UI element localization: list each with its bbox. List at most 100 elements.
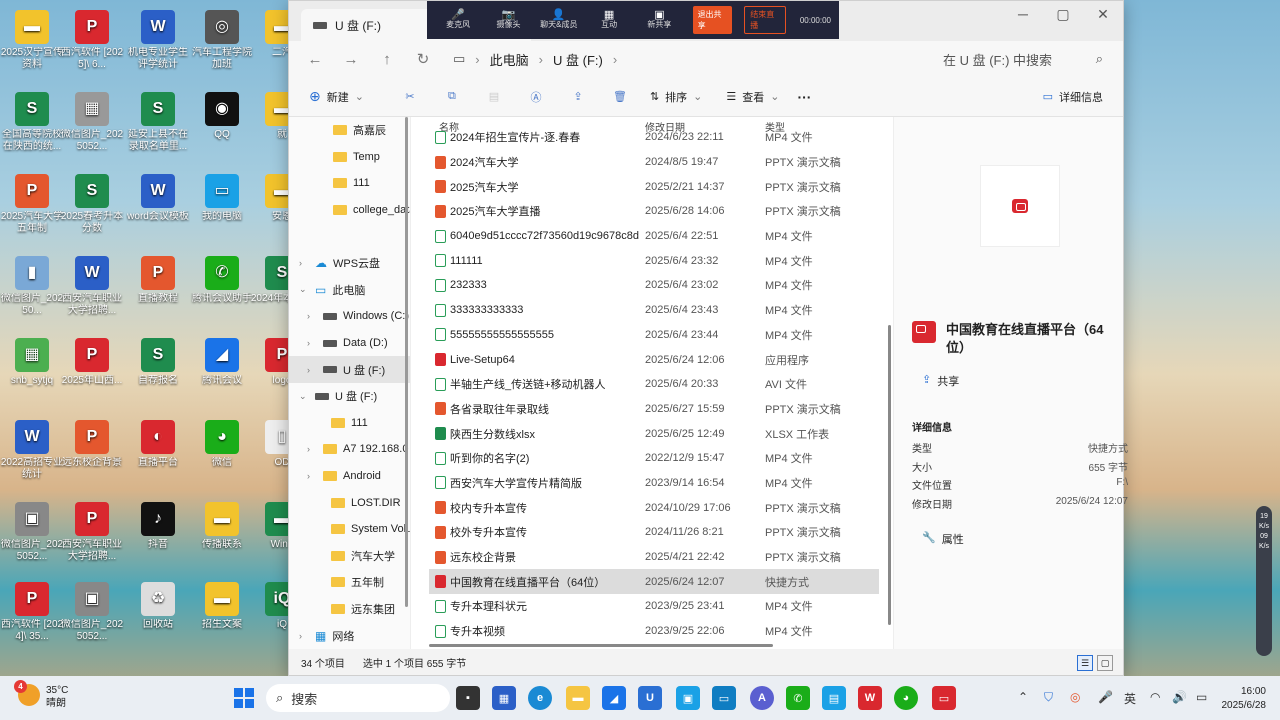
file-row[interactable]: 232333 2025/6/4 23:02 MP4 文件 [429, 273, 879, 298]
desktop-icon[interactable]: ♻ 回收站 [126, 578, 190, 656]
details-share-button[interactable]: ⇪ 共享 [922, 373, 959, 389]
live-platform-icon[interactable]: ▭ [932, 686, 956, 710]
wechat-icon[interactable]: ◕ [894, 686, 918, 710]
desktop-icon[interactable]: P 2025汽车大学五年制 [0, 170, 64, 248]
file-row[interactable]: 2025汽车大学直播 2025/6/28 14:06 PPTX 演示文稿 [429, 199, 879, 224]
nav-item[interactable]: › U 盘 (F:) [289, 356, 410, 383]
meeting-control-item[interactable]: 👤 聊天&成员 [536, 10, 582, 30]
desktop-icon[interactable]: P 西汽软件 [2024]\ 35... [0, 578, 64, 656]
cut-button[interactable]: ✂ [390, 82, 430, 112]
desktop-icon[interactable]: W 机电专业学生评学统计 [126, 6, 190, 84]
battery-icon[interactable]: ▭ [1196, 690, 1207, 704]
file-row[interactable]: 55555555555555555 2025/6/4 23:44 MP4 文件 [429, 323, 879, 348]
file-row[interactable]: 111111 2025/6/4 23:32 MP4 文件 [429, 248, 879, 273]
file-row[interactable]: 专升本视频 2023/9/25 22:06 MP4 文件 [429, 619, 879, 644]
shield-icon[interactable]: ⛉ [1044, 690, 1053, 705]
address-bar[interactable]: ▭ › 此电脑 › U 盘 (F:) › [443, 45, 929, 73]
refresh-button[interactable]: ↻ [407, 45, 439, 73]
desktop-icon[interactable]: ▭ 我的电脑 [190, 170, 254, 248]
nav-item[interactable]: LOST.DIR [289, 489, 410, 516]
desktop-icon[interactable]: P 西安汽车职业大学招聘... [60, 498, 124, 576]
desktop-icon[interactable]: Wword会议模板 [126, 170, 190, 248]
nav-item[interactable]: ⌄ ▭ 此电脑 [289, 277, 410, 304]
expand-arrow-icon[interactable]: ⌄ [299, 391, 309, 402]
desktop-icon[interactable]: P 远东校企背景 [60, 416, 124, 494]
expand-arrow-icon[interactable]: › [299, 631, 309, 641]
desktop-icon[interactable]: ▣ 微信图片_2025052... [60, 578, 124, 656]
desktop-icon[interactable]: S 全国高等院校在陕西的统... [0, 88, 64, 166]
expand-arrow-icon[interactable]: › [307, 338, 317, 348]
app-green-icon[interactable]: ✆ [786, 686, 810, 710]
file-row[interactable]: 专升本理科状元 2023/9/25 23:41 MP4 文件 [429, 594, 879, 619]
nav-scrollbar[interactable] [405, 117, 408, 607]
desktop-icon[interactable]: W 西安汽车职业大学招聘... [60, 252, 124, 330]
desktop-icon[interactable]: S 2025春考升本分数 [60, 170, 124, 248]
desktop-icon[interactable]: P 2025年山西... [60, 334, 124, 412]
feishu-icon[interactable]: ◢ [602, 686, 626, 710]
tray-app-icon[interactable]: ◎ [1070, 690, 1080, 704]
horizontal-scrollbar[interactable] [429, 644, 773, 647]
desktop-icon[interactable]: ▮ 微信图片_20250... [0, 252, 64, 330]
desktop-icon[interactable]: ◎ 汽车工程学院加班 [190, 6, 254, 84]
meeting-control-item[interactable]: ▣ 新共享 [636, 10, 682, 30]
weather-widget[interactable]: 4 35°C 晴朗 [14, 680, 68, 710]
network-speed-widget[interactable]: 19 K/s 09 K/s [1256, 506, 1272, 656]
file-row[interactable]: 各省录取往年录取线 2025/6/27 15:59 PPTX 演示文稿 [429, 397, 879, 422]
nav-item[interactable]: › Android [289, 463, 410, 490]
ime-indicator[interactable]: 英 [1124, 690, 1136, 707]
end-live-button[interactable]: 结束直播 [744, 6, 786, 34]
nav-item[interactable]: 111 [289, 410, 410, 437]
expand-arrow-icon[interactable]: › [307, 365, 317, 375]
nav-item[interactable]: college_data [289, 197, 410, 224]
file-row[interactable]: 陕西生分数线xlsx 2025/6/25 12:49 XLSX 工作表 [429, 421, 879, 446]
properties-button[interactable]: 🔧 属性 [922, 531, 964, 547]
meeting-control-item[interactable]: 📷 摄像头 [485, 10, 531, 30]
desktop-icon[interactable]: ◐ 直播平台 [126, 416, 190, 494]
file-explorer-icon[interactable]: ▬ [566, 686, 590, 710]
file-row[interactable]: Live-Setup64 2025/6/24 12:06 应用程序 [429, 347, 879, 372]
back-button[interactable]: ← [299, 45, 331, 73]
share-button[interactable]: ⇪ [558, 82, 598, 112]
desktop-icon[interactable]: ▬ 招生文案 [190, 578, 254, 656]
nav-item[interactable]: 五年制 [289, 569, 410, 596]
desktop-icon[interactable]: ▦ snb_sytjq [0, 334, 64, 412]
desktop-icon[interactable]: P 西汽软件 [2025]\ 6... [60, 6, 124, 84]
file-row[interactable]: 校外专升本宣传 2024/11/26 8:21 PPTX 演示文稿 [429, 520, 879, 545]
app-board-icon[interactable]: ▤ [822, 686, 846, 710]
nav-item[interactable]: › ☁ WPS云盘 [289, 250, 410, 277]
desktop-icon[interactable]: ◢ 腾讯会议 [190, 334, 254, 412]
chevron-up-icon[interactable]: ⌃ [1018, 690, 1028, 704]
nav-item[interactable]: System Volur [289, 516, 410, 543]
expand-arrow-icon[interactable]: › [307, 311, 317, 321]
store-icon[interactable]: ▦ [492, 686, 516, 710]
file-row[interactable]: 333333333333 2025/6/4 23:43 MP4 文件 [429, 298, 879, 323]
expand-arrow-icon[interactable]: ⌄ [299, 284, 309, 295]
expand-arrow-icon[interactable]: › [307, 444, 317, 454]
forward-button[interactable]: → [335, 45, 367, 73]
up-button[interactable]: ↑ [371, 45, 403, 73]
expand-arrow-icon[interactable]: › [307, 471, 317, 481]
vertical-scrollbar[interactable] [888, 325, 891, 625]
start-button[interactable] [234, 688, 254, 708]
expand-arrow-icon[interactable]: › [299, 258, 309, 268]
view-button[interactable]: ☰ 查看 ⌄ [718, 82, 787, 112]
nav-item[interactable]: › Data (D:) [289, 330, 410, 357]
desktop-icon[interactable]: W 2022高招专业统计 [0, 416, 64, 494]
copy-button[interactable]: ⧉ [432, 82, 472, 112]
edge-icon[interactable]: e [528, 686, 552, 710]
nav-item[interactable]: 汽车大学 [289, 543, 410, 570]
taskbar-search[interactable]: ⌕ 搜索 [266, 684, 450, 712]
desktop-icon[interactable]: S 延安上县不在录取名单里... [126, 88, 190, 166]
maximize-button[interactable]: ▢ [1043, 1, 1083, 27]
desktop-icon[interactable]: ▣ 微信图片_2025052... [0, 498, 64, 576]
app-window-icon[interactable]: ▭ [712, 686, 736, 710]
file-row[interactable]: 半轴生产线_传送链+移动机器人 2025/6/4 20:33 AVI 文件 [429, 372, 879, 397]
tiles-view-button[interactable]: ▢ [1097, 655, 1113, 671]
minimize-button[interactable]: ─ [1003, 1, 1043, 27]
app-a-icon[interactable]: A [750, 686, 774, 710]
search-input[interactable]: 在 U 盘 (F:) 中搜索 ⌕ [933, 45, 1113, 73]
file-row[interactable]: 西安汽车大学宣传片精简版 2023/9/14 16:54 MP4 文件 [429, 471, 879, 496]
volume-icon[interactable]: 🔊 [1172, 690, 1187, 704]
sort-button[interactable]: ⇅ 排序 ⌄ [642, 82, 710, 112]
desktop-icon[interactable]: ♪ 抖音 [126, 498, 190, 576]
